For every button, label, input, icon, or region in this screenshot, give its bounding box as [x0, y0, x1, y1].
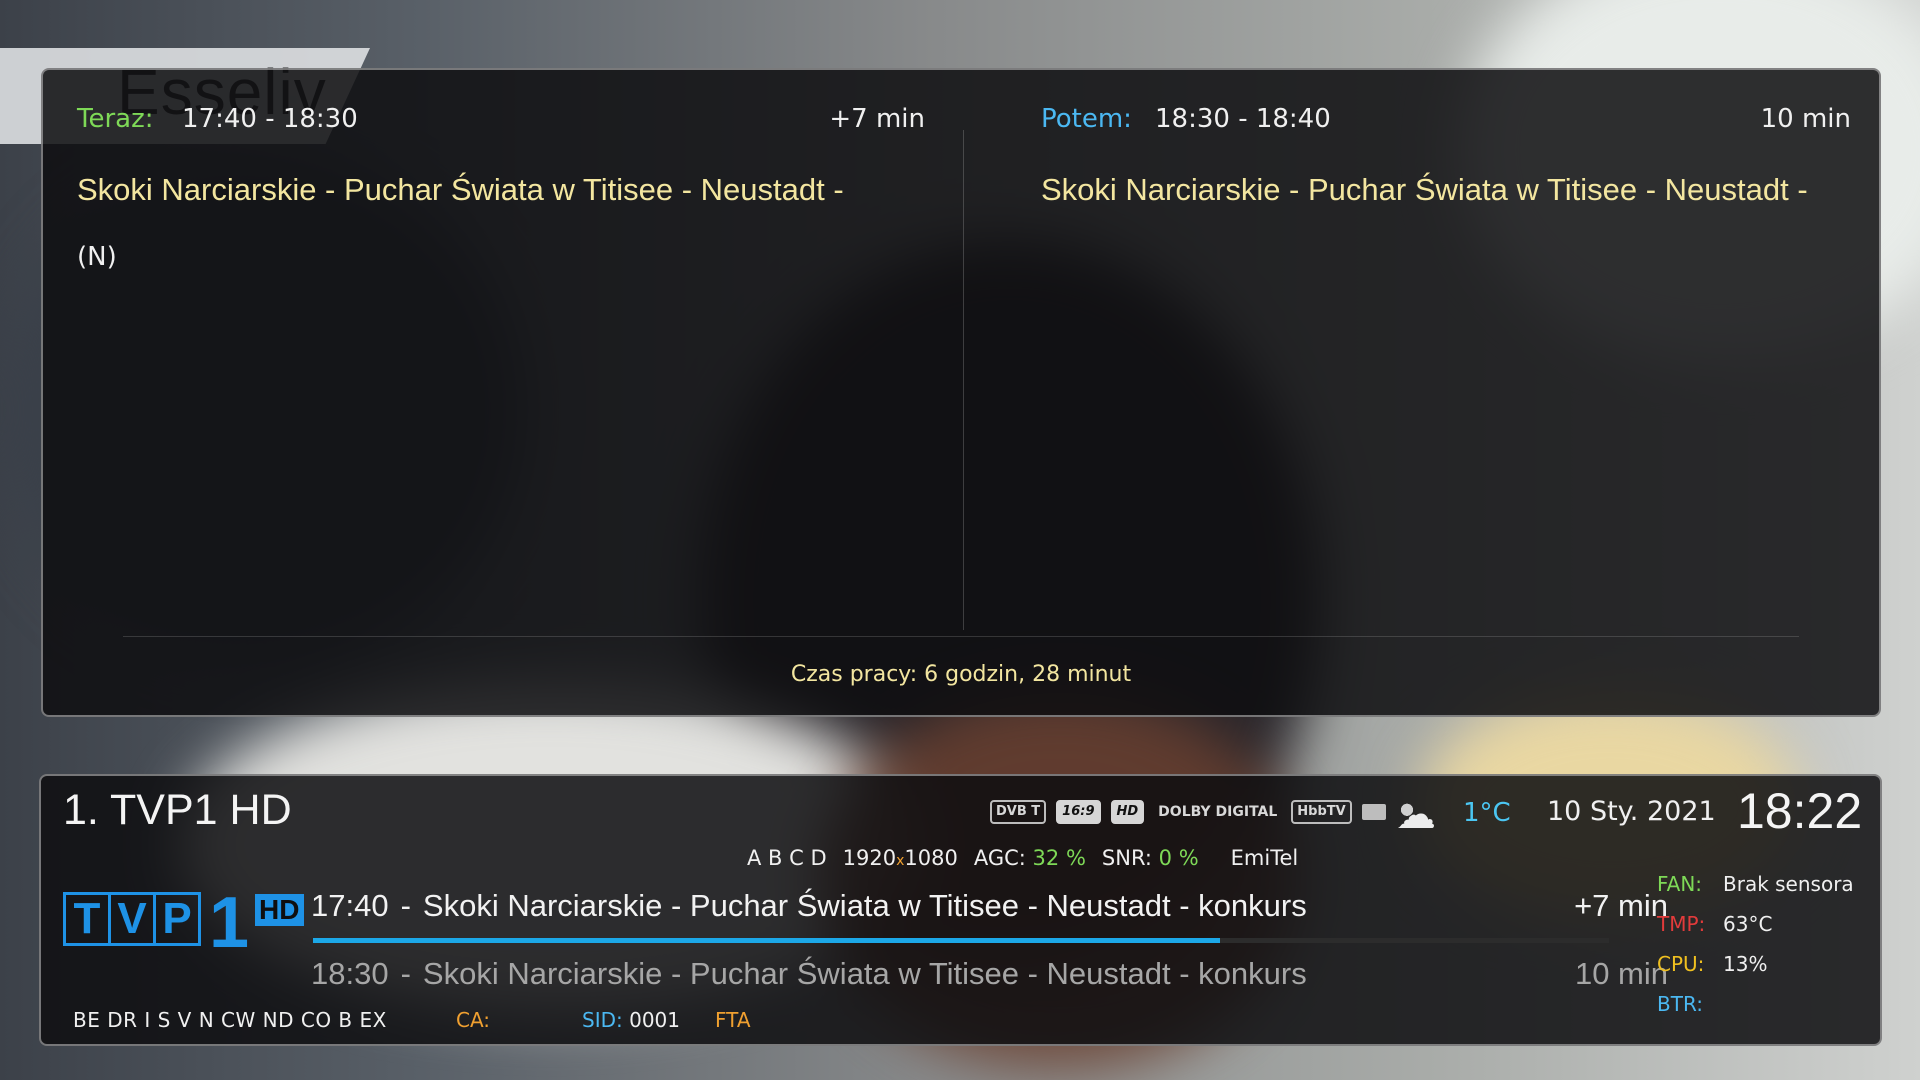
service-icons: DVB T 16:9 HD DOLBY DIGITAL HbbTV: [990, 800, 1418, 824]
current-event[interactable]: 17:40- Skoki Narciarskie - Puchar Świata …: [311, 888, 1307, 924]
event-progress-fill: [313, 938, 1221, 943]
temperature-status: TMP: 63°C: [1657, 912, 1773, 936]
aspect-16-9-icon: 16:9: [1056, 800, 1101, 824]
bitrate-status: BTR:: [1657, 992, 1703, 1016]
now-title: Skoki Narciarskie - Puchar Świata w Titi…: [77, 172, 844, 207]
fta-badge: FTA: [715, 1008, 751, 1032]
next-label: Potem:: [1041, 104, 1132, 134]
uptime-text: Czas pracy: 6 godzin, 28 minut: [790, 662, 1132, 687]
next-event[interactable]: 18:30- Skoki Narciarskie - Puchar Świata …: [311, 956, 1307, 992]
next-time-range: 18:30 - 18:40: [1155, 104, 1331, 134]
column-divider: [963, 130, 964, 630]
next-event-duration: 10 min: [1574, 956, 1668, 991]
cloudy-icon: ☁: [1396, 792, 1436, 838]
footer-divider: [123, 636, 1799, 637]
date: 10 Sty. 2021: [1547, 796, 1716, 827]
agc-reading: AGC: 32 %: [973, 846, 1086, 870]
now-remaining: +7 min: [829, 104, 925, 134]
hbbtv-icon: HbbTV: [1291, 800, 1352, 824]
tuner-info: A B C D 1920x1080 AGC: 32 % SNR: 0 % EmiTel: [747, 846, 1314, 870]
epg-panel: Teraz: 17:40 - 18:30 +7 min Skoki Narcia…: [41, 68, 1881, 717]
next-title: Skoki Narciarskie - Puchar Świata w Titi…: [1041, 172, 1808, 207]
channel-infobar: 1. TVP1 HD DVB T 16:9 HD DOLBY DIGITAL H…: [39, 774, 1882, 1046]
channel-name: 1. TVP1 HD: [63, 786, 292, 834]
next-event-title: Skoki Narciarskie - Puchar Świata w Titi…: [422, 956, 1307, 991]
ca-systems-list: BE DR I S V N CW ND CO B EX: [73, 1008, 387, 1032]
current-event-title: Skoki Narciarskie - Puchar Świata w Titi…: [422, 888, 1307, 923]
logo-hd-badge: HD: [255, 894, 304, 926]
current-event-time: 17:40: [311, 888, 389, 923]
cpu-status: CPU: 13%: [1657, 952, 1768, 976]
dolby-digital-icon: DOLBY DIGITAL: [1158, 804, 1278, 820]
channel-logo: TVP 1 HD: [63, 883, 304, 963]
resolution: 1920x1080: [842, 846, 958, 870]
now-time-range: 17:40 - 18:30: [182, 104, 358, 134]
epg-now-column[interactable]: Teraz: 17:40 - 18:30 +7 min Skoki Narcia…: [43, 70, 963, 636]
epg-next-column[interactable]: Potem: 18:30 - 18:40 10 min Skoki Narcia…: [965, 70, 1881, 636]
now-label: Teraz:: [77, 104, 154, 134]
next-event-time: 18:30: [311, 956, 389, 991]
provider: EmiTel: [1230, 846, 1299, 870]
dvbt-icon: DVB T: [990, 800, 1047, 824]
snr-reading: SNR: 0 %: [1101, 846, 1199, 870]
now-rating-flag: (N): [77, 242, 117, 272]
next-duration: 10 min: [1760, 104, 1851, 134]
tuner-slots: A B C D: [747, 846, 827, 870]
hd-icon: HD: [1110, 800, 1145, 824]
current-event-remaining: +7 min: [1574, 888, 1668, 923]
ca-label: CA:: [456, 1008, 491, 1032]
fan-status: FAN: Brak sensora: [1657, 872, 1854, 896]
clock: 18:22: [1737, 783, 1863, 839]
logo-tvp-letters: TVP: [63, 892, 201, 946]
event-progress-bar: [313, 938, 1609, 943]
logo-number: 1: [209, 883, 250, 963]
outdoor-temperature: 1°C: [1463, 798, 1511, 828]
card-icon: [1361, 804, 1386, 820]
service-id: SID: 0001: [582, 1008, 680, 1032]
